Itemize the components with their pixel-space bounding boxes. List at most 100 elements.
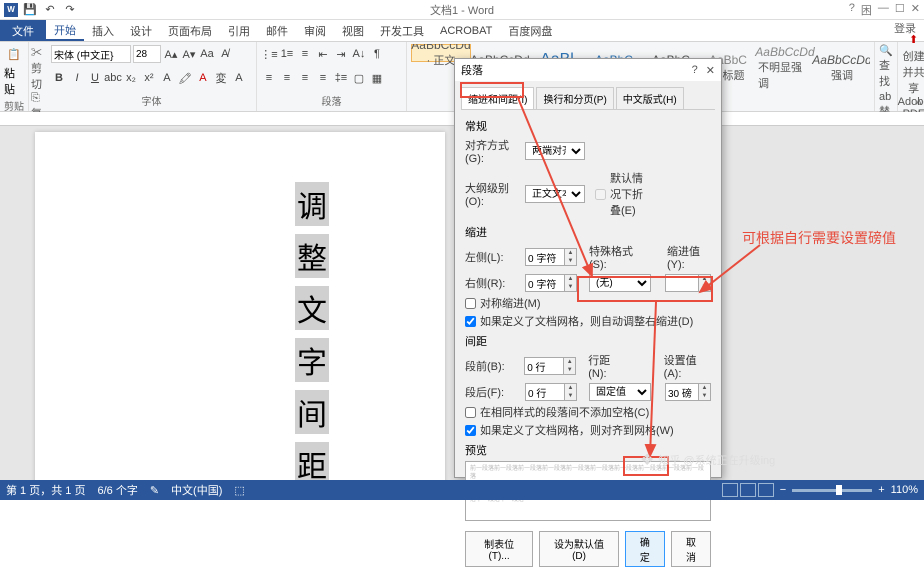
show-marks-icon[interactable]: ¶ xyxy=(369,46,385,62)
bullets-icon[interactable]: ⋮≡ xyxy=(261,46,277,62)
annotation-text: 可根据自行需要设置磅值 xyxy=(742,228,896,248)
grow-font-icon[interactable]: A▴ xyxy=(163,46,179,62)
bold-icon[interactable]: B xyxy=(51,70,67,86)
alignment-select[interactable]: 两端对齐 xyxy=(525,142,585,160)
dialog-title: 段落 xyxy=(461,62,483,78)
status-page[interactable]: 第 1 页，共 1 页 xyxy=(6,482,85,498)
word-icon: W xyxy=(4,3,18,17)
shading-icon[interactable]: ▢ xyxy=(351,70,367,86)
paste-label[interactable]: 粘贴 xyxy=(4,65,24,97)
collapse-ribbon-icon[interactable]: ˄ xyxy=(916,97,922,109)
tab-home[interactable]: 开始 xyxy=(46,20,84,41)
indent-dec-icon[interactable]: ⇤ xyxy=(315,46,331,62)
space-before-input[interactable] xyxy=(524,357,564,375)
cut-button[interactable]: ✂ 剪切 xyxy=(31,44,45,92)
ok-button[interactable]: 确定 xyxy=(625,531,665,567)
multilevel-icon[interactable]: ≡ xyxy=(297,46,313,62)
highlight-icon[interactable]: 🖍 xyxy=(177,70,193,86)
set-default-button[interactable]: 设为默认值(D) xyxy=(539,531,619,567)
tab-developer[interactable]: 开发工具 xyxy=(372,20,432,41)
font-name-select[interactable] xyxy=(51,45,131,63)
sup-icon[interactable]: x² xyxy=(141,70,157,86)
indent-value-input[interactable] xyxy=(665,274,699,292)
collapse-checkbox[interactable] xyxy=(595,189,606,200)
auto-indent-checkbox[interactable] xyxy=(465,316,476,327)
dlg-tab-chinese[interactable]: 中文版式(H) xyxy=(616,87,684,109)
outline-select[interactable]: 正文文本 xyxy=(525,185,585,203)
font-color-icon[interactable]: A xyxy=(195,70,211,86)
tab-acrobat[interactable]: ACROBAT xyxy=(432,20,500,41)
line-spacing-select[interactable]: 固定值 xyxy=(589,383,651,401)
indent-left-input[interactable] xyxy=(525,248,565,266)
zoom-out-icon[interactable]: − xyxy=(780,484,786,496)
phonetic-icon[interactable]: 変 xyxy=(213,70,229,86)
close-icon[interactable]: ✕ xyxy=(911,2,920,18)
find-button[interactable]: 🔍 查找 xyxy=(879,44,893,89)
group-paragraph: 段落 xyxy=(261,92,402,109)
view-mode-icons[interactable] xyxy=(722,483,774,497)
paste-icon[interactable]: 📋 xyxy=(4,44,24,64)
tab-insert[interactable]: 插入 xyxy=(84,20,122,41)
char-border-icon[interactable]: A xyxy=(231,70,247,86)
zoom-slider[interactable] xyxy=(792,489,872,492)
status-insert-icon[interactable]: ⬚ xyxy=(234,484,244,497)
no-space-same-style-checkbox[interactable] xyxy=(465,407,476,418)
sub-icon[interactable]: x₂ xyxy=(123,70,139,86)
zoom-in-icon[interactable]: + xyxy=(878,484,884,496)
qat-redo-icon[interactable]: ↷ xyxy=(62,2,78,18)
indent-right-input[interactable] xyxy=(525,274,565,292)
clear-format-icon[interactable]: A̸ xyxy=(217,46,233,62)
dialog-close-icon[interactable]: ✕ xyxy=(706,64,715,77)
cancel-button[interactable]: 取消 xyxy=(671,531,711,567)
line-spacing-icon[interactable]: ‡≡ xyxy=(333,70,349,86)
justify-icon[interactable]: ≡ xyxy=(315,70,331,86)
tab-view[interactable]: 视图 xyxy=(334,20,372,41)
status-proof-icon[interactable]: ✎ xyxy=(150,484,159,497)
status-words[interactable]: 6/6 个字 xyxy=(97,482,137,498)
numbering-icon[interactable]: 1≡ xyxy=(279,46,295,62)
maximize-icon[interactable]: ☐ xyxy=(895,2,905,18)
align-center-icon[interactable]: ≡ xyxy=(279,70,295,86)
qat-undo-icon[interactable]: ↶ xyxy=(42,2,58,18)
group-font: 字体 xyxy=(51,92,252,109)
symmetric-indent-checkbox[interactable] xyxy=(465,298,476,309)
tab-file[interactable]: 文件 xyxy=(0,20,46,41)
help-icon[interactable]: ? xyxy=(849,2,855,18)
document-page: 调 整 文 字 间 距 xyxy=(35,132,445,480)
underline-icon[interactable]: U xyxy=(87,70,103,86)
minimize-icon[interactable]: — xyxy=(878,2,889,18)
paragraph-dialog: 段落 ?✕ 缩进和间距(I) 换行和分页(P) 中文版式(H) 常规 对齐方式(… xyxy=(454,58,722,478)
font-size-select[interactable] xyxy=(133,45,161,63)
borders-icon[interactable]: ▦ xyxy=(369,70,385,86)
space-after-input[interactable] xyxy=(525,383,565,401)
sort-icon[interactable]: A↓ xyxy=(351,46,367,62)
text-effect-icon[interactable]: A xyxy=(159,70,175,86)
strike-icon[interactable]: abc xyxy=(105,70,121,86)
tab-review[interactable]: 审阅 xyxy=(296,20,334,41)
tab-mail[interactable]: 邮件 xyxy=(258,20,296,41)
tab-design[interactable]: 设计 xyxy=(122,20,160,41)
tab-layout[interactable]: 页面布局 xyxy=(160,20,220,41)
dlg-tab-indent[interactable]: 缩进和间距(I) xyxy=(461,87,534,109)
line-spacing-at-input[interactable] xyxy=(665,383,699,401)
italic-icon[interactable]: I xyxy=(69,70,85,86)
indent-inc-icon[interactable]: ⇥ xyxy=(333,46,349,62)
tab-references[interactable]: 引用 xyxy=(220,20,258,41)
watermark: ❖知乎 @系统正在升级ing xyxy=(640,450,775,470)
qat-save-icon[interactable]: 💾 xyxy=(22,2,38,18)
change-case-icon[interactable]: Aa xyxy=(199,46,215,62)
status-lang[interactable]: 中文(中国) xyxy=(171,482,222,498)
zoom-level[interactable]: 110% xyxy=(891,484,918,496)
tab-baidu[interactable]: 百度网盘 xyxy=(500,20,560,41)
special-indent-select[interactable]: (无) xyxy=(589,274,651,292)
ribbon-opts-icon[interactable]: 困 xyxy=(861,2,872,18)
shrink-font-icon[interactable]: A▾ xyxy=(181,46,197,62)
document-text[interactable]: 调 整 文 字 间 距 xyxy=(295,182,329,480)
tabs-button[interactable]: 制表位(T)... xyxy=(465,531,533,567)
align-right-icon[interactable]: ≡ xyxy=(297,70,313,86)
login-link[interactable]: 登录 xyxy=(886,20,924,41)
snap-grid-checkbox[interactable] xyxy=(465,425,476,436)
dlg-tab-breaks[interactable]: 换行和分页(P) xyxy=(536,87,613,109)
dialog-help-icon[interactable]: ? xyxy=(692,64,698,77)
align-left-icon[interactable]: ≡ xyxy=(261,70,277,86)
